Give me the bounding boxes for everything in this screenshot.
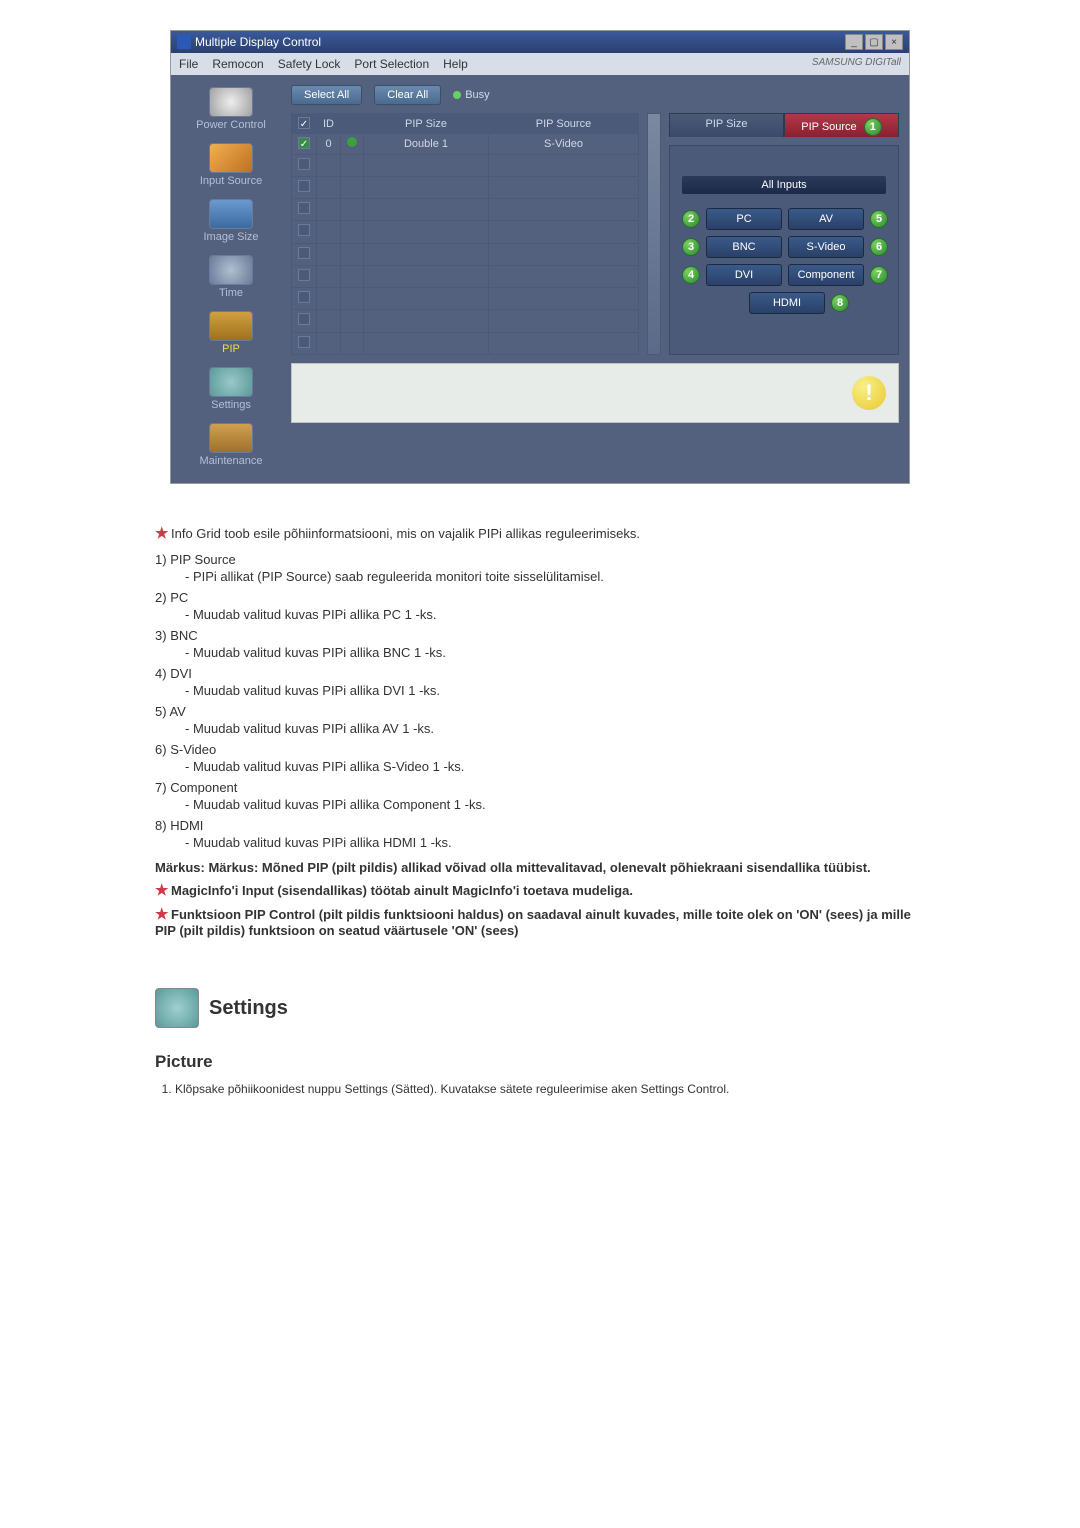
sidebar-item-maintenance[interactable]: Maintenance bbox=[181, 421, 281, 473]
col-status-icon bbox=[341, 114, 364, 134]
window-controls: _ ▢ × bbox=[845, 34, 903, 50]
marker-6: 6 bbox=[870, 238, 888, 256]
marker-4: 4 bbox=[682, 266, 700, 284]
table-row[interactable] bbox=[292, 176, 639, 198]
status-dot-icon bbox=[347, 137, 357, 147]
sidebar-item-input[interactable]: Input Source bbox=[181, 141, 281, 193]
star-icon: ★ bbox=[155, 524, 171, 542]
menu-port-selection[interactable]: Port Selection bbox=[354, 57, 429, 71]
menu-help[interactable]: Help bbox=[443, 57, 468, 71]
footer-row: ! bbox=[291, 363, 899, 423]
col-id: ID bbox=[317, 114, 341, 134]
app-icon bbox=[177, 35, 191, 49]
table-row[interactable] bbox=[292, 288, 639, 310]
app-window: Multiple Display Control _ ▢ × File Remo… bbox=[170, 30, 910, 484]
header-checkbox[interactable] bbox=[298, 117, 310, 129]
brand-label: SAMSUNG DIGITall bbox=[812, 57, 901, 71]
table-row[interactable] bbox=[292, 332, 639, 354]
marker-2: 2 bbox=[682, 210, 700, 228]
input-av-button[interactable]: AV bbox=[788, 208, 864, 230]
row-checkbox[interactable] bbox=[298, 269, 310, 281]
menu-remocon[interactable]: Remocon bbox=[212, 57, 263, 71]
tab-pip-source[interactable]: PIP Source 1 bbox=[784, 113, 899, 137]
menu-safety-lock[interactable]: Safety Lock bbox=[278, 57, 341, 71]
sidebar: Power Control Input Source Image Size Ti… bbox=[181, 85, 281, 473]
table-row[interactable] bbox=[292, 221, 639, 243]
row-checkbox[interactable] bbox=[298, 158, 310, 170]
col-pip-source: PIP Source bbox=[489, 114, 639, 134]
table-row[interactable]: 0 Double 1 S-Video bbox=[292, 134, 639, 154]
table-row[interactable] bbox=[292, 154, 639, 176]
settings-section-icon bbox=[155, 988, 199, 1028]
input-component-button[interactable]: Component bbox=[788, 264, 864, 286]
table-row[interactable] bbox=[292, 265, 639, 287]
all-inputs-header: All Inputs bbox=[682, 176, 886, 194]
marker-7: 7 bbox=[870, 266, 888, 284]
table-row[interactable] bbox=[292, 310, 639, 332]
select-all-button[interactable]: Select All bbox=[291, 85, 362, 105]
marker-3: 3 bbox=[682, 238, 700, 256]
image-size-icon bbox=[209, 199, 253, 229]
row-checkbox[interactable] bbox=[298, 336, 310, 348]
close-button[interactable]: × bbox=[885, 34, 903, 50]
maximize-button[interactable]: ▢ bbox=[865, 34, 883, 50]
row-checkbox[interactable] bbox=[298, 247, 310, 259]
star-icon: ★ bbox=[155, 881, 171, 899]
minimize-button[interactable]: _ bbox=[845, 34, 863, 50]
sidebar-item-time[interactable]: Time bbox=[181, 253, 281, 305]
table-row[interactable] bbox=[292, 199, 639, 221]
document-content: ★Info Grid toob esile põhiinformatsiooni… bbox=[155, 524, 925, 1096]
settings-heading: Settings bbox=[209, 997, 288, 1020]
right-panel: PIP Size PIP Source 1 All Inputs 2 PC AV… bbox=[669, 113, 899, 355]
picture-steps: Klõpsake põhiikoonidest nuppu Settings (… bbox=[175, 1082, 925, 1096]
row-checkbox[interactable] bbox=[298, 313, 310, 325]
alert-icon: ! bbox=[852, 376, 886, 410]
menu-bar: File Remocon Safety Lock Port Selection … bbox=[171, 53, 909, 75]
display-table: ID PIP Size PIP Source 0 Double 1 S-Vide… bbox=[291, 113, 639, 355]
sidebar-item-settings[interactable]: Settings bbox=[181, 365, 281, 417]
description-list: 1) PIP Source - PIPi allikat (PIP Source… bbox=[155, 552, 925, 850]
row-checkbox[interactable] bbox=[298, 202, 310, 214]
time-icon bbox=[209, 255, 253, 285]
window-title: Multiple Display Control bbox=[195, 35, 321, 49]
clear-all-button[interactable]: Clear All bbox=[374, 85, 441, 105]
col-pip-size: PIP Size bbox=[364, 114, 489, 134]
row-checkbox[interactable] bbox=[298, 291, 310, 303]
sidebar-item-power[interactable]: Power Control bbox=[181, 85, 281, 137]
sidebar-item-image-size[interactable]: Image Size bbox=[181, 197, 281, 249]
table-row[interactable] bbox=[292, 243, 639, 265]
picture-heading: Picture bbox=[155, 1052, 925, 1072]
star-icon: ★ bbox=[155, 905, 171, 923]
row-checkbox[interactable] bbox=[298, 137, 310, 149]
menu-file[interactable]: File bbox=[179, 57, 198, 71]
power-icon bbox=[209, 87, 253, 117]
busy-dot-icon bbox=[453, 91, 461, 99]
marker-1: 1 bbox=[864, 118, 882, 136]
markus-note: Märkus: Märkus: Mõned PIP (pilt pildis) … bbox=[155, 860, 925, 875]
tab-pip-size[interactable]: PIP Size bbox=[669, 113, 784, 137]
table-scrollbar[interactable] bbox=[647, 113, 661, 355]
marker-5: 5 bbox=[870, 210, 888, 228]
input-hdmi-button[interactable]: HDMI bbox=[749, 292, 825, 314]
busy-indicator: Busy bbox=[453, 89, 489, 101]
input-icon bbox=[209, 143, 253, 173]
row-checkbox[interactable] bbox=[298, 224, 310, 236]
input-svideo-button[interactable]: S-Video bbox=[788, 236, 864, 258]
sidebar-item-pip[interactable]: PIP bbox=[181, 309, 281, 361]
title-bar: Multiple Display Control _ ▢ × bbox=[171, 31, 909, 53]
input-dvi-button[interactable]: DVI bbox=[706, 264, 782, 286]
picture-step-1: Klõpsake põhiikoonidest nuppu Settings (… bbox=[175, 1082, 925, 1096]
settings-icon bbox=[209, 367, 253, 397]
top-controls: Select All Clear All Busy bbox=[291, 85, 899, 105]
input-pc-button[interactable]: PC bbox=[706, 208, 782, 230]
intro-text: Info Grid toob esile põhiinformatsiooni,… bbox=[171, 526, 640, 541]
marker-8: 8 bbox=[831, 294, 849, 312]
row-checkbox[interactable] bbox=[298, 180, 310, 192]
settings-section-header: Settings bbox=[155, 988, 925, 1028]
input-bnc-button[interactable]: BNC bbox=[706, 236, 782, 258]
maintenance-icon bbox=[209, 423, 253, 453]
pip-icon bbox=[209, 311, 253, 341]
